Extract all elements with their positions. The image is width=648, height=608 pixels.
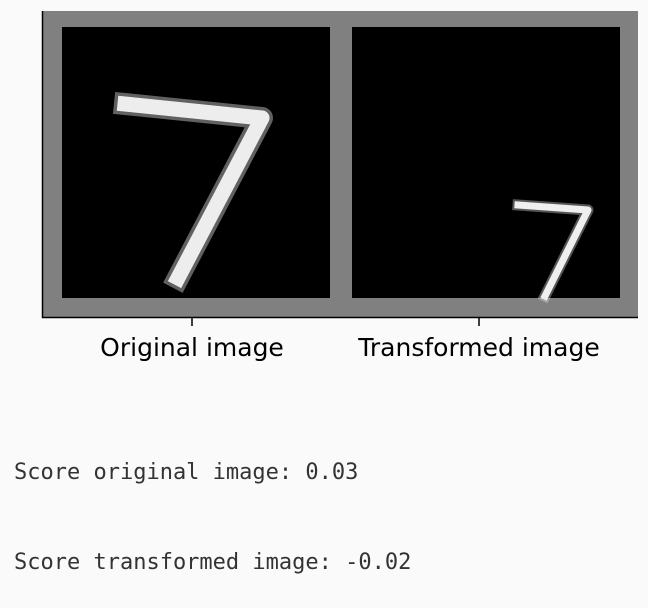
score-output: Score original image: 0.03 Score transfo… <box>14 398 411 608</box>
image-comparison-figure: Original image Transformed image <box>41 11 638 362</box>
score-original-line: Score original image: 0.03 <box>14 460 359 485</box>
transformed-image-canvas <box>352 27 620 298</box>
score-transformed-line: Score transformed image: -0.02 <box>14 550 412 575</box>
original-image-panel <box>62 27 330 298</box>
original-image-label: Original image <box>100 333 284 362</box>
transformed-image-label: Transformed image <box>357 333 599 362</box>
transformed-image-panel <box>352 27 620 304</box>
